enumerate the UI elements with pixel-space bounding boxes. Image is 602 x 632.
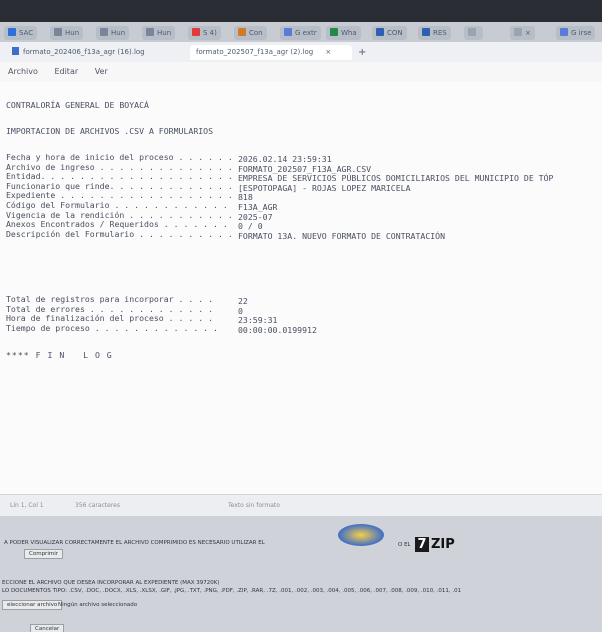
log-field-label: Total de errores . . . . . . . . . . . .… [6,303,214,314]
log-field-label: Expediente . . . . . . . . . . . . . . .… [6,190,233,201]
log-field-label: Tiempo de proceso . . . . . . . . . . . … [6,322,218,333]
tab-favicon-icon [514,28,522,36]
log-field-label: Anexos Encontrados / Requeridos . . . . … [6,219,228,230]
o-el-label: O EL [398,542,411,548]
log-line: Tiempo de proceso . . . . . . . . . . . … [6,323,317,335]
log-field-label: Descripción del Formulario . . . . . . .… [6,228,233,239]
browser-tab-strip: SAC Hun Hun Hun S 4) Con G extr Wha CON RES × G irs… [0,0,602,42]
log-field-label: Funcionario que rinde. . . . . . . . . .… [6,180,233,191]
browser-tab[interactable]: Hun [142,26,176,40]
browser-tab-label: Hun [65,29,80,37]
no-file-selected-text: Ningún archivo seleccionado [58,602,138,608]
log-field-label: Entidad. . . . . . . . . . . . . . . . .… [6,171,233,182]
menu-editar[interactable]: Editar [54,67,78,76]
log-field-label: Hora de finalización del proceso . . . .… [6,313,214,324]
upload-web-page: A PODER VISUALIZAR CORRECTAMENTE EL ARCH… [0,516,602,632]
tab-favicon-icon [54,28,62,36]
log-field-label: Código del Formulario . . . . . . . . . … [6,200,228,210]
menu-archivo[interactable]: Archivo [8,67,38,76]
log-field-label: Fecha y hora de inicio del proceso . . .… [6,152,233,162]
browser-tab[interactable]: Con [234,26,267,40]
doc-tab-2-label: formato_202507_f13a_agr (2).log [196,48,314,56]
log-end-marker: **** F I N L O G [6,350,113,360]
browser-tab[interactable]: Hun [50,26,84,40]
menu-ver[interactable]: Ver [95,67,108,76]
menu-bar: Archivo Editar Ver [0,62,602,82]
log-field-value: FORMATO 13A. NUEVO FORMATO DE CONTRATACI… [238,230,446,241]
log-field-value: [ESPOTOPAGA] - ROJAS LOPEZ MARICELA [238,182,411,193]
tab-favicon-icon [468,28,476,36]
7zip-seven: 7 [415,537,429,552]
comprimir-button[interactable]: Comprimir [24,549,63,559]
browser-tab-label: Hun [157,29,172,37]
browser-tab-label: G irse [571,29,592,37]
status-position: Lín 1, Col 1 [10,502,44,509]
doc-tab-2[interactable]: formato_202507_f13a_agr (2).log × [190,45,352,60]
browser-tab[interactable]: Wha [326,26,361,40]
tab-favicon-icon [376,28,384,36]
browser-tab-label: Con [249,29,263,37]
log-field-label: Vigencia de la rendición . . . . . . . .… [6,209,233,220]
compression-notice: A PODER VISUALIZAR CORRECTAMENTE EL ARCH… [4,540,265,546]
tab-favicon-icon [560,28,568,36]
log-header-subtitle: IMPORTACION DE ARCHIVOS .CSV A FORMULARI… [6,126,214,136]
browser-tab[interactable]: G irse [556,26,596,40]
7zip-word: ZIP [431,537,455,552]
browser-tab[interactable]: × [510,26,535,40]
new-tab-button[interactable]: + [352,45,372,60]
log-line: Descripción del Formulario . . . . . . .… [6,229,445,241]
status-bar: Lín 1, Col 1 356 caracteres Texto sin fo… [0,494,602,517]
browser-tab[interactable]: RES [418,26,451,40]
tab-favicon-icon [8,28,16,36]
editor-text-area[interactable]: CONTRALORÍA GENERAL DE BOYACÁ IMPORTACIO… [0,82,602,494]
tab-favicon-icon [192,28,200,36]
select-file-instruction: ECCIONE EL ARCHIVO QUE DESEA INCORPORAR … [2,580,220,586]
browser-tab-label: RES [433,29,447,37]
doc-tab-1-label: formato_202406_f13a_agr (16).log [23,48,145,56]
winrar-logo-icon[interactable] [338,524,384,546]
browser-tab-label: Wha [341,29,357,37]
tab-favicon-icon [146,28,154,36]
tab-favicon-icon [238,28,246,36]
tab-favicon-icon [422,28,430,36]
log-field-label: Total de registros para incorporar . . .… [6,294,214,304]
browser-tab-label: G extr [295,29,317,37]
browser-tab-label: SAC [19,29,34,37]
tab-favicon-icon [330,28,338,36]
doc-tab-1[interactable]: formato_202406_f13a_agr (16).log [6,45,151,60]
browser-tab-label: Hun [111,29,126,37]
browser-tab[interactable]: CON [372,26,407,40]
bottom-action-button[interactable]: Cancelar [30,624,65,632]
select-file-button[interactable]: eleccionar archivo [2,600,63,610]
status-format: Texto sin formato [228,502,280,509]
browser-tab[interactable]: S 4) [188,26,221,40]
browser-tab-label: × [525,29,531,37]
log-field-value: 00:00:00.0199912 [238,324,317,335]
tab-favicon-icon [284,28,292,36]
notepad-icon [12,47,19,55]
browser-tab-label: CON [387,29,403,37]
log-header-title: CONTRALORÍA GENERAL DE BOYACÁ [6,100,149,110]
browser-tab[interactable] [464,26,483,40]
allowed-file-types: LO DOCUMENTOS TIPO: .CSV, .DOC, .DOCX, .… [2,588,462,594]
browser-tab-label: S 4) [203,29,217,37]
log-field-label: Archivo de ingreso . . . . . . . . . . .… [6,161,233,172]
browser-tab[interactable]: Hun [96,26,130,40]
status-char-count: 356 caracteres [75,502,120,509]
7zip-logo[interactable]: 7 ZIP [415,537,455,552]
browser-tab[interactable]: G extr [280,26,321,40]
document-tab-bar: formato_202406_f13a_agr (16).log formato… [0,42,602,63]
browser-tab[interactable]: SAC [4,26,38,40]
tab-favicon-icon [100,28,108,36]
close-tab-icon[interactable]: × [325,48,331,56]
